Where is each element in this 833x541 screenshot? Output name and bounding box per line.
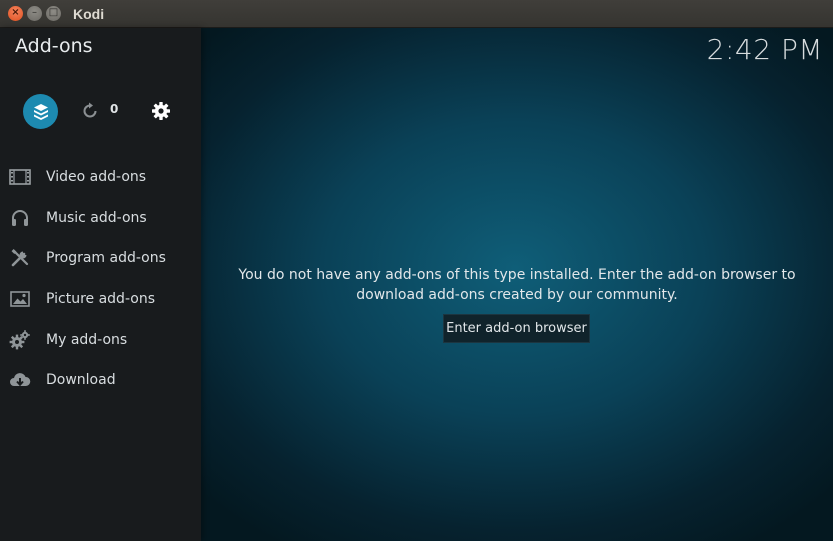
kodi-window: × – □ Kodi Add-ons 2:42 PM 0 Video add-o… [0,0,833,541]
menu-item-program-addons[interactable]: Program add-ons [0,238,201,278]
headphones-icon [9,207,31,229]
menu-item-label: Program add-ons [46,250,166,266]
empty-state-message: You do not have any add-ons of this type… [201,266,833,305]
tools-icon [9,247,31,269]
maximize-window-button[interactable]: □ [46,6,61,21]
update-count: 0 [110,102,119,116]
menu-item-label: Video add-ons [46,169,147,185]
gears-icon [9,329,31,351]
cloud-download-icon [9,369,31,391]
menu-item-download[interactable]: Download [0,360,201,400]
menu-item-video-addons[interactable]: Video add-ons [0,157,201,197]
settings-gear-icon[interactable] [150,100,172,122]
message-line-1: You do not have any add-ons of this type… [238,267,796,283]
clock: 2:42 PM [706,33,823,66]
close-window-button[interactable]: × [8,6,23,21]
menu-item-label: Music add-ons [46,210,147,226]
message-line-2: download add-ons created by our communit… [356,286,678,303]
refresh-icon[interactable] [80,101,100,121]
addon-box-icon [33,103,48,120]
minimize-window-button[interactable]: – [27,6,42,21]
page-title: Add-ons [15,35,93,57]
menu-item-music-addons[interactable]: Music add-ons [0,198,201,238]
menu-item-picture-addons[interactable]: Picture add-ons [0,279,201,319]
menu-item-label: Picture add-ons [46,291,155,307]
film-icon [9,166,31,188]
window-title: Kodi [73,6,105,22]
addon-browser-button[interactable] [23,94,58,129]
title-bar: × – □ Kodi [0,0,833,28]
menu-item-label: My add-ons [46,332,128,348]
menu-item-my-addons[interactable]: My add-ons [0,320,201,360]
menu-item-label: Download [46,372,116,388]
picture-icon [9,288,31,310]
enter-addon-browser-button[interactable]: Enter add-on browser [443,314,590,343]
